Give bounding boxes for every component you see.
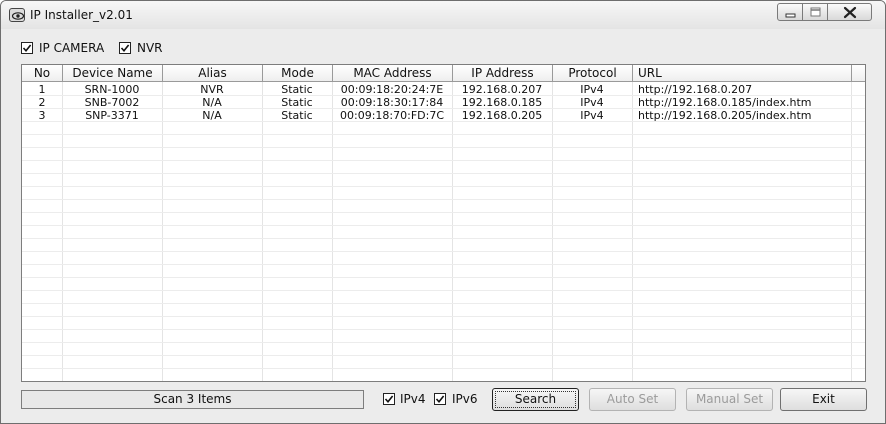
row-ip-address: 192.168.0.205 bbox=[461, 109, 543, 122]
manual-set-button-label: Manual Set bbox=[695, 392, 764, 406]
table-row[interactable]: 1 SRN-1000 NVR Static 00:09:18:20:24:7E … bbox=[22, 83, 865, 96]
column-header-mac-address[interactable]: MAC Address bbox=[333, 65, 453, 82]
row-no: 2 bbox=[38, 96, 46, 109]
ip-installer-window: IP Installer_v2.01 IP CAMERA NVR No Devi… bbox=[0, 0, 886, 424]
device-list[interactable]: No Device Name Alias Mode MAC Address IP… bbox=[21, 64, 866, 382]
row-mode: Static bbox=[281, 96, 313, 109]
grid-line bbox=[22, 238, 865, 239]
column-header-no[interactable]: No bbox=[22, 65, 63, 82]
row-alias: NVR bbox=[200, 83, 224, 96]
auto-set-button[interactable]: Auto Set bbox=[589, 388, 676, 411]
grid-line bbox=[22, 329, 865, 330]
row-ip-address: 192.168.0.207 bbox=[461, 83, 543, 96]
check-icon bbox=[384, 395, 394, 404]
nvr-checkbox[interactable] bbox=[119, 42, 131, 54]
table-row[interactable]: 2 SNB-7002 N/A Static 00:09:18:30:17:84 … bbox=[22, 96, 865, 109]
grid-line bbox=[22, 381, 866, 382]
column-header-mode[interactable]: Mode bbox=[263, 65, 333, 82]
title-bar[interactable]: IP Installer_v2.01 bbox=[1, 1, 885, 29]
grid-line bbox=[22, 303, 865, 304]
row-no: 3 bbox=[38, 109, 46, 122]
row-device-name: SNP-3371 bbox=[85, 109, 139, 122]
grid-line bbox=[22, 147, 865, 148]
row-protocol: IPv4 bbox=[580, 96, 604, 109]
row-protocol: IPv4 bbox=[580, 109, 604, 122]
grid-line bbox=[22, 251, 865, 252]
exit-button[interactable]: Exit bbox=[780, 388, 867, 411]
row-url: http://192.168.0.207 bbox=[638, 83, 753, 96]
row-device-name: SNB-7002 bbox=[84, 96, 140, 109]
search-button[interactable]: Search bbox=[492, 388, 579, 411]
close-icon bbox=[843, 6, 857, 19]
close-button[interactable] bbox=[827, 3, 872, 21]
nvr-label: NVR bbox=[137, 41, 163, 55]
row-device-name: SRN-1000 bbox=[84, 83, 140, 96]
column-header-protocol[interactable]: Protocol bbox=[553, 65, 633, 82]
grid-line bbox=[22, 277, 865, 278]
grid-line bbox=[22, 368, 865, 369]
row-url: http://192.168.0.185/index.htm bbox=[638, 96, 812, 109]
row-mac-address: 00:09:18:70:FD:7C bbox=[340, 109, 444, 122]
window-title: IP Installer_v2.01 bbox=[30, 8, 133, 22]
ipv6-label: IPv6 bbox=[452, 392, 478, 406]
check-icon bbox=[120, 44, 130, 53]
grid-line bbox=[22, 342, 865, 343]
eye-icon bbox=[9, 8, 25, 22]
grid-line bbox=[22, 199, 865, 200]
minimize-button[interactable] bbox=[777, 3, 803, 21]
grid-line bbox=[22, 355, 865, 356]
grid-line bbox=[22, 173, 865, 174]
row-mode: Static bbox=[281, 83, 313, 96]
column-header-alias[interactable]: Alias bbox=[163, 65, 263, 82]
focus-ring bbox=[495, 391, 576, 408]
column-header-url[interactable]: URL bbox=[633, 65, 852, 82]
row-alias: N/A bbox=[202, 96, 222, 109]
maximize-icon bbox=[810, 7, 821, 17]
ip-camera-checkbox[interactable] bbox=[21, 42, 33, 54]
check-icon bbox=[22, 44, 32, 53]
grid-line bbox=[22, 186, 865, 187]
row-mac-address: 00:09:18:30:17:84 bbox=[340, 96, 444, 109]
ipv4-checkbox[interactable] bbox=[383, 393, 395, 405]
auto-set-button-label: Auto Set bbox=[606, 392, 659, 406]
ipv4-label: IPv4 bbox=[400, 392, 426, 406]
grid-line bbox=[22, 225, 865, 226]
column-header-ip-address[interactable]: IP Address bbox=[453, 65, 553, 82]
exit-button-label: Exit bbox=[812, 392, 835, 406]
row-protocol: IPv4 bbox=[580, 83, 604, 96]
minimize-icon bbox=[785, 13, 796, 18]
row-no: 1 bbox=[38, 83, 46, 96]
column-header-filler bbox=[852, 65, 865, 82]
ip-camera-label: IP CAMERA bbox=[39, 41, 105, 55]
row-alias: N/A bbox=[202, 109, 222, 122]
column-header-device-name[interactable]: Device Name bbox=[63, 65, 163, 82]
grid-line bbox=[22, 160, 865, 161]
grid-line bbox=[22, 316, 865, 317]
row-mac-address: 00:09:18:20:24:7E bbox=[340, 83, 444, 96]
ipv6-checkbox[interactable] bbox=[434, 393, 446, 405]
check-icon bbox=[435, 395, 445, 404]
list-header: No Device Name Alias Mode MAC Address IP… bbox=[22, 65, 865, 82]
grid-line bbox=[22, 264, 865, 265]
table-row[interactable]: 3 SNP-3371 N/A Static 00:09:18:70:FD:7C … bbox=[22, 109, 865, 122]
grid-line bbox=[22, 134, 865, 135]
manual-set-button[interactable]: Manual Set bbox=[686, 388, 773, 411]
status-bar: Scan 3 Items bbox=[21, 390, 364, 409]
row-mode: Static bbox=[281, 109, 313, 122]
grid-line bbox=[22, 212, 865, 213]
grid-line bbox=[22, 290, 865, 291]
row-ip-address: 192.168.0.185 bbox=[461, 96, 543, 109]
maximize-button[interactable] bbox=[802, 3, 828, 21]
row-url: http://192.168.0.205/index.htm bbox=[638, 109, 812, 122]
